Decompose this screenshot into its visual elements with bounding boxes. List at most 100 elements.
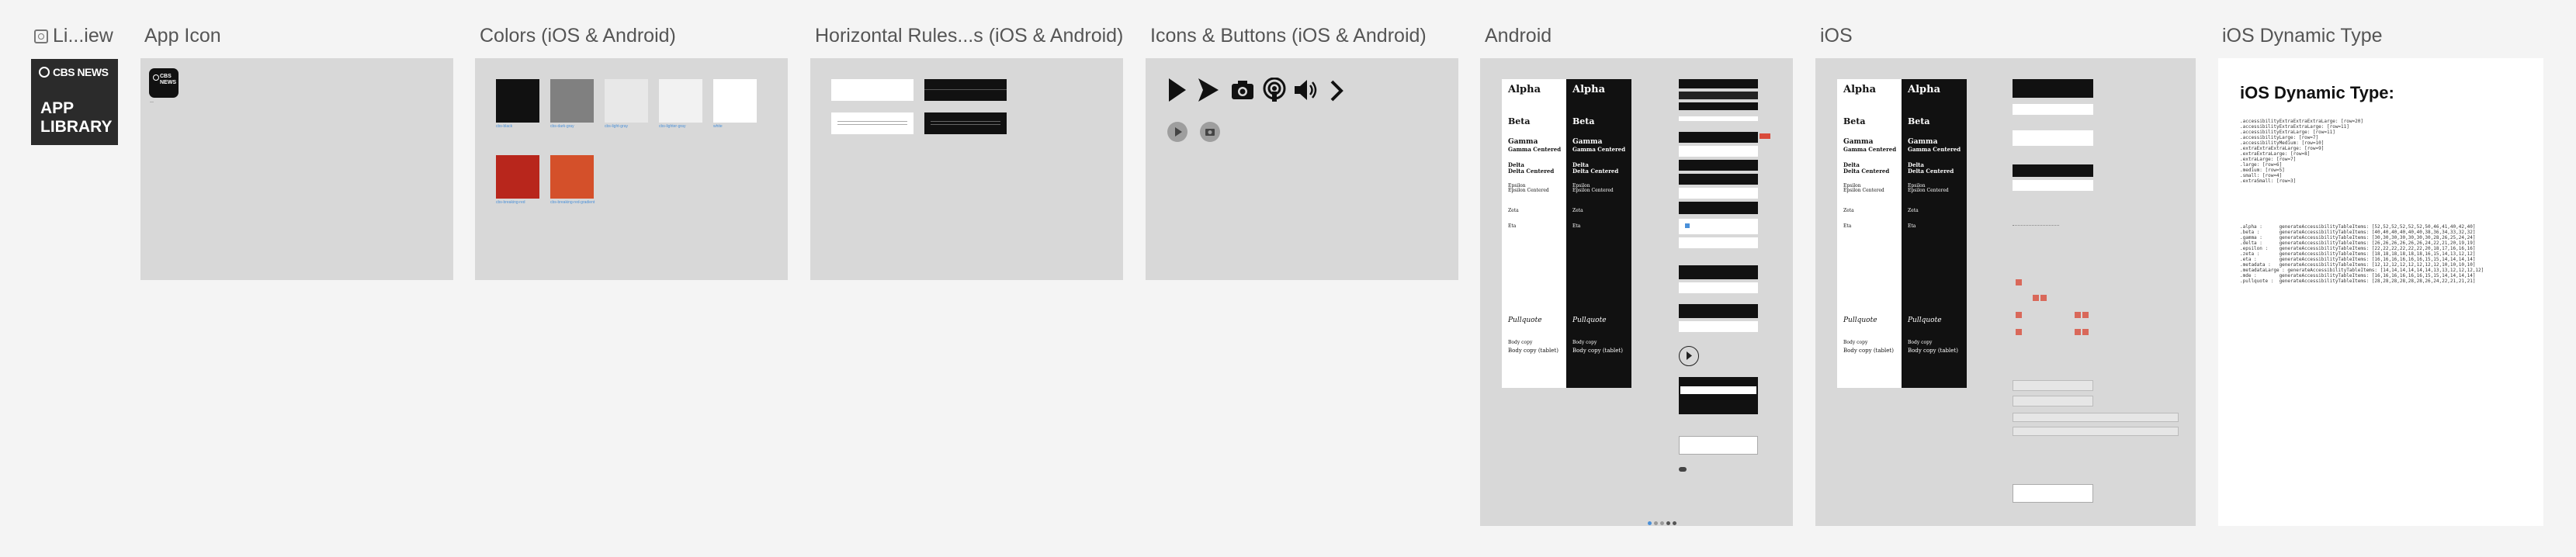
ios-segment-row-1[interactable] — [2013, 380, 2093, 391]
type-sample-pullquote: Pullquote — [1508, 317, 1542, 324]
type-sample-gamma-centered: Gamma Centered — [1843, 146, 1897, 153]
android-toolbar-2[interactable] — [1679, 174, 1758, 185]
type-sample-body: Body copy — [1572, 340, 1597, 345]
android-frame-title[interactable]: Android — [1485, 25, 1551, 47]
ios-nav-bar-white[interactable] — [2013, 104, 2093, 115]
android-toggle-icon[interactable] — [1679, 467, 1687, 472]
android-button-white[interactable] — [1679, 282, 1758, 293]
component-icon — [34, 29, 48, 43]
ios-button-white-2[interactable] — [2013, 180, 2093, 191]
colors-artboard[interactable]: cbs-black cbs-dark-gray cbs-light-gray cbs-… — [475, 58, 788, 280]
android-search-row[interactable] — [1679, 132, 1758, 143]
android-text-field[interactable] — [1679, 436, 1758, 455]
mini-brand-text: CBS NEWS — [160, 74, 176, 85]
android-nav-bar-2[interactable] — [1679, 92, 1758, 99]
camera-circle-button[interactable] — [1200, 122, 1220, 142]
dynamic-type-heading: iOS Dynamic Type: — [2240, 83, 2394, 102]
rules-frame-title[interactable]: Horizontal Rules...s (iOS & Android) — [815, 25, 1123, 47]
ios-segment-row-3[interactable] — [2013, 413, 2179, 422]
type-sample-delta-centered: Delta Centered — [1843, 168, 1890, 175]
color-swatch[interactable] — [713, 79, 757, 123]
play-circle-button[interactable] — [1167, 122, 1187, 142]
android-toolbar-4[interactable] — [1679, 202, 1758, 214]
type-sample-body-regular: Body copy (tablet) — [1572, 348, 1623, 354]
dynamic-type-artboard[interactable]: iOS Dynamic Type: .accessibilityExtraExt… — [2218, 58, 2543, 526]
type-sample-gamma: Gamma — [1908, 138, 1938, 146]
chevron-right-icon[interactable] — [1329, 79, 1344, 102]
color-swatch-label: cbs-light-gray — [605, 124, 629, 129]
android-artboard[interactable]: Alpha Beta Gamma Gamma Centered Delta Delta C… — [1480, 58, 1793, 526]
ios-text-field[interactable] — [2013, 484, 2093, 503]
color-swatch[interactable] — [550, 79, 594, 123]
color-swatch[interactable] — [496, 79, 539, 123]
color-swatch[interactable] — [659, 79, 702, 123]
ios-segment-row-2[interactable] — [2013, 396, 2093, 407]
ios-artboard[interactable]: Alpha Beta Gamma Gamma Centered Delta Delta C… — [1815, 58, 2196, 526]
dynamic-type-frame-title[interactable]: iOS Dynamic Type — [2222, 25, 2383, 47]
android-label-list — [1679, 377, 1758, 414]
cbs-app-library-logo[interactable]: CBS NEWS APP LIBRARY — [31, 59, 118, 145]
library-frame-title[interactable]: Li...iew — [34, 25, 113, 47]
play-filled-arrow-icon[interactable] — [1197, 77, 1220, 103]
ios-frame-title[interactable]: iOS — [1820, 25, 1853, 47]
color-swatch[interactable] — [550, 155, 594, 199]
android-search-row-white[interactable] — [1679, 146, 1758, 157]
android-nav-bar-3[interactable] — [1679, 102, 1758, 110]
app-icon-caption: — — [150, 100, 154, 105]
ios-nav-bar-black[interactable] — [2013, 79, 2093, 98]
android-list-row[interactable] — [1679, 116, 1758, 121]
ios-segment-row-4[interactable] — [2013, 427, 2179, 436]
dynamic-type-size-line: .extraExtraLarge: [row=8] — [2240, 151, 2311, 157]
library-title-text: Li...iew — [53, 25, 113, 47]
type-sample-beta: Beta — [1908, 116, 1930, 126]
rules-artboard[interactable] — [810, 58, 1123, 280]
color-swatch-label: cbs-dark-gray — [550, 124, 574, 129]
cbs-eye-icon — [39, 67, 50, 78]
type-sample-epsilon-centered: Epsilon Centered — [1572, 188, 1614, 193]
dynamic-type-table-line: .delta : generateAccessibilityTableItems… — [2240, 240, 2476, 246]
color-swatch[interactable] — [496, 155, 539, 199]
dynamic-type-size-line: .accessibilityExtraExtraExtraLarge: [row… — [2240, 119, 2363, 124]
android-toolbar-1[interactable] — [1679, 160, 1758, 171]
type-sample-epsilon-centered: Epsilon Centered — [1908, 188, 1949, 193]
colors-frame-title[interactable]: Colors (iOS & Android) — [480, 25, 676, 47]
android-pagination-dots[interactable] — [1648, 515, 1764, 525]
android-button-black-2[interactable] — [1679, 304, 1758, 318]
dynamic-type-table-line: .gamma : generateAccessibilityTableItems… — [2240, 235, 2476, 240]
android-tab-bar[interactable] — [1679, 219, 1758, 234]
type-sample-eta: Eta — [1843, 223, 1852, 229]
dynamic-type-table-line: .epsilon : generateAccessibilityTableIte… — [2240, 246, 2476, 251]
type-sample-body-regular: Body copy (tablet) — [1843, 348, 1894, 354]
app-icon-preview[interactable]: CBS NEWS — [149, 68, 179, 98]
type-sample-alpha: Alpha — [1508, 84, 1541, 95]
ios-red-square-9 — [2082, 329, 2089, 335]
podcast-icon[interactable] — [1262, 78, 1287, 102]
type-sample-eta: Eta — [1908, 223, 1916, 229]
camera-icon[interactable] — [1231, 79, 1254, 101]
type-sample-epsilon-centered: Epsilon Centered — [1508, 188, 1549, 193]
android-active-tab-icon — [1685, 223, 1690, 228]
color-swatch[interactable] — [605, 79, 648, 123]
android-toolbar-3[interactable] — [1679, 188, 1758, 199]
app-icon-artboard[interactable]: CBS NEWS — — [140, 58, 453, 280]
ios-button-white[interactable] — [2013, 130, 2093, 146]
android-play-circle-icon[interactable] — [1679, 346, 1699, 366]
android-button-white-2[interactable] — [1679, 321, 1758, 332]
play-icon[interactable] — [1167, 77, 1187, 103]
ios-red-square-3 — [2040, 295, 2047, 301]
icons-frame-title[interactable]: Icons & Buttons (iOS & Android) — [1150, 25, 1427, 47]
type-sample-delta-centered: Delta Centered — [1908, 168, 1954, 175]
android-button-black[interactable] — [1679, 265, 1758, 279]
speaker-icon[interactable] — [1293, 78, 1318, 102]
dynamic-type-size-line: .accessibilityExtraExtraLarge: [row=11] — [2240, 124, 2349, 130]
color-swatch-label: cbs-breaking-red — [496, 200, 525, 205]
ios-button-black[interactable] — [2013, 164, 2093, 177]
mini-cbs-eye-icon — [153, 74, 159, 81]
icons-artboard[interactable] — [1146, 58, 1458, 280]
app-icon-frame-title[interactable]: App Icon — [144, 25, 221, 47]
android-nav-bar[interactable] — [1679, 79, 1758, 88]
android-tab-bar-2[interactable] — [1679, 237, 1758, 248]
type-sample-alpha: Alpha — [1908, 84, 1940, 95]
ios-red-square-8 — [2075, 329, 2081, 335]
dynamic-type-size-line: .extraLarge: [row=7] — [2240, 157, 2297, 162]
